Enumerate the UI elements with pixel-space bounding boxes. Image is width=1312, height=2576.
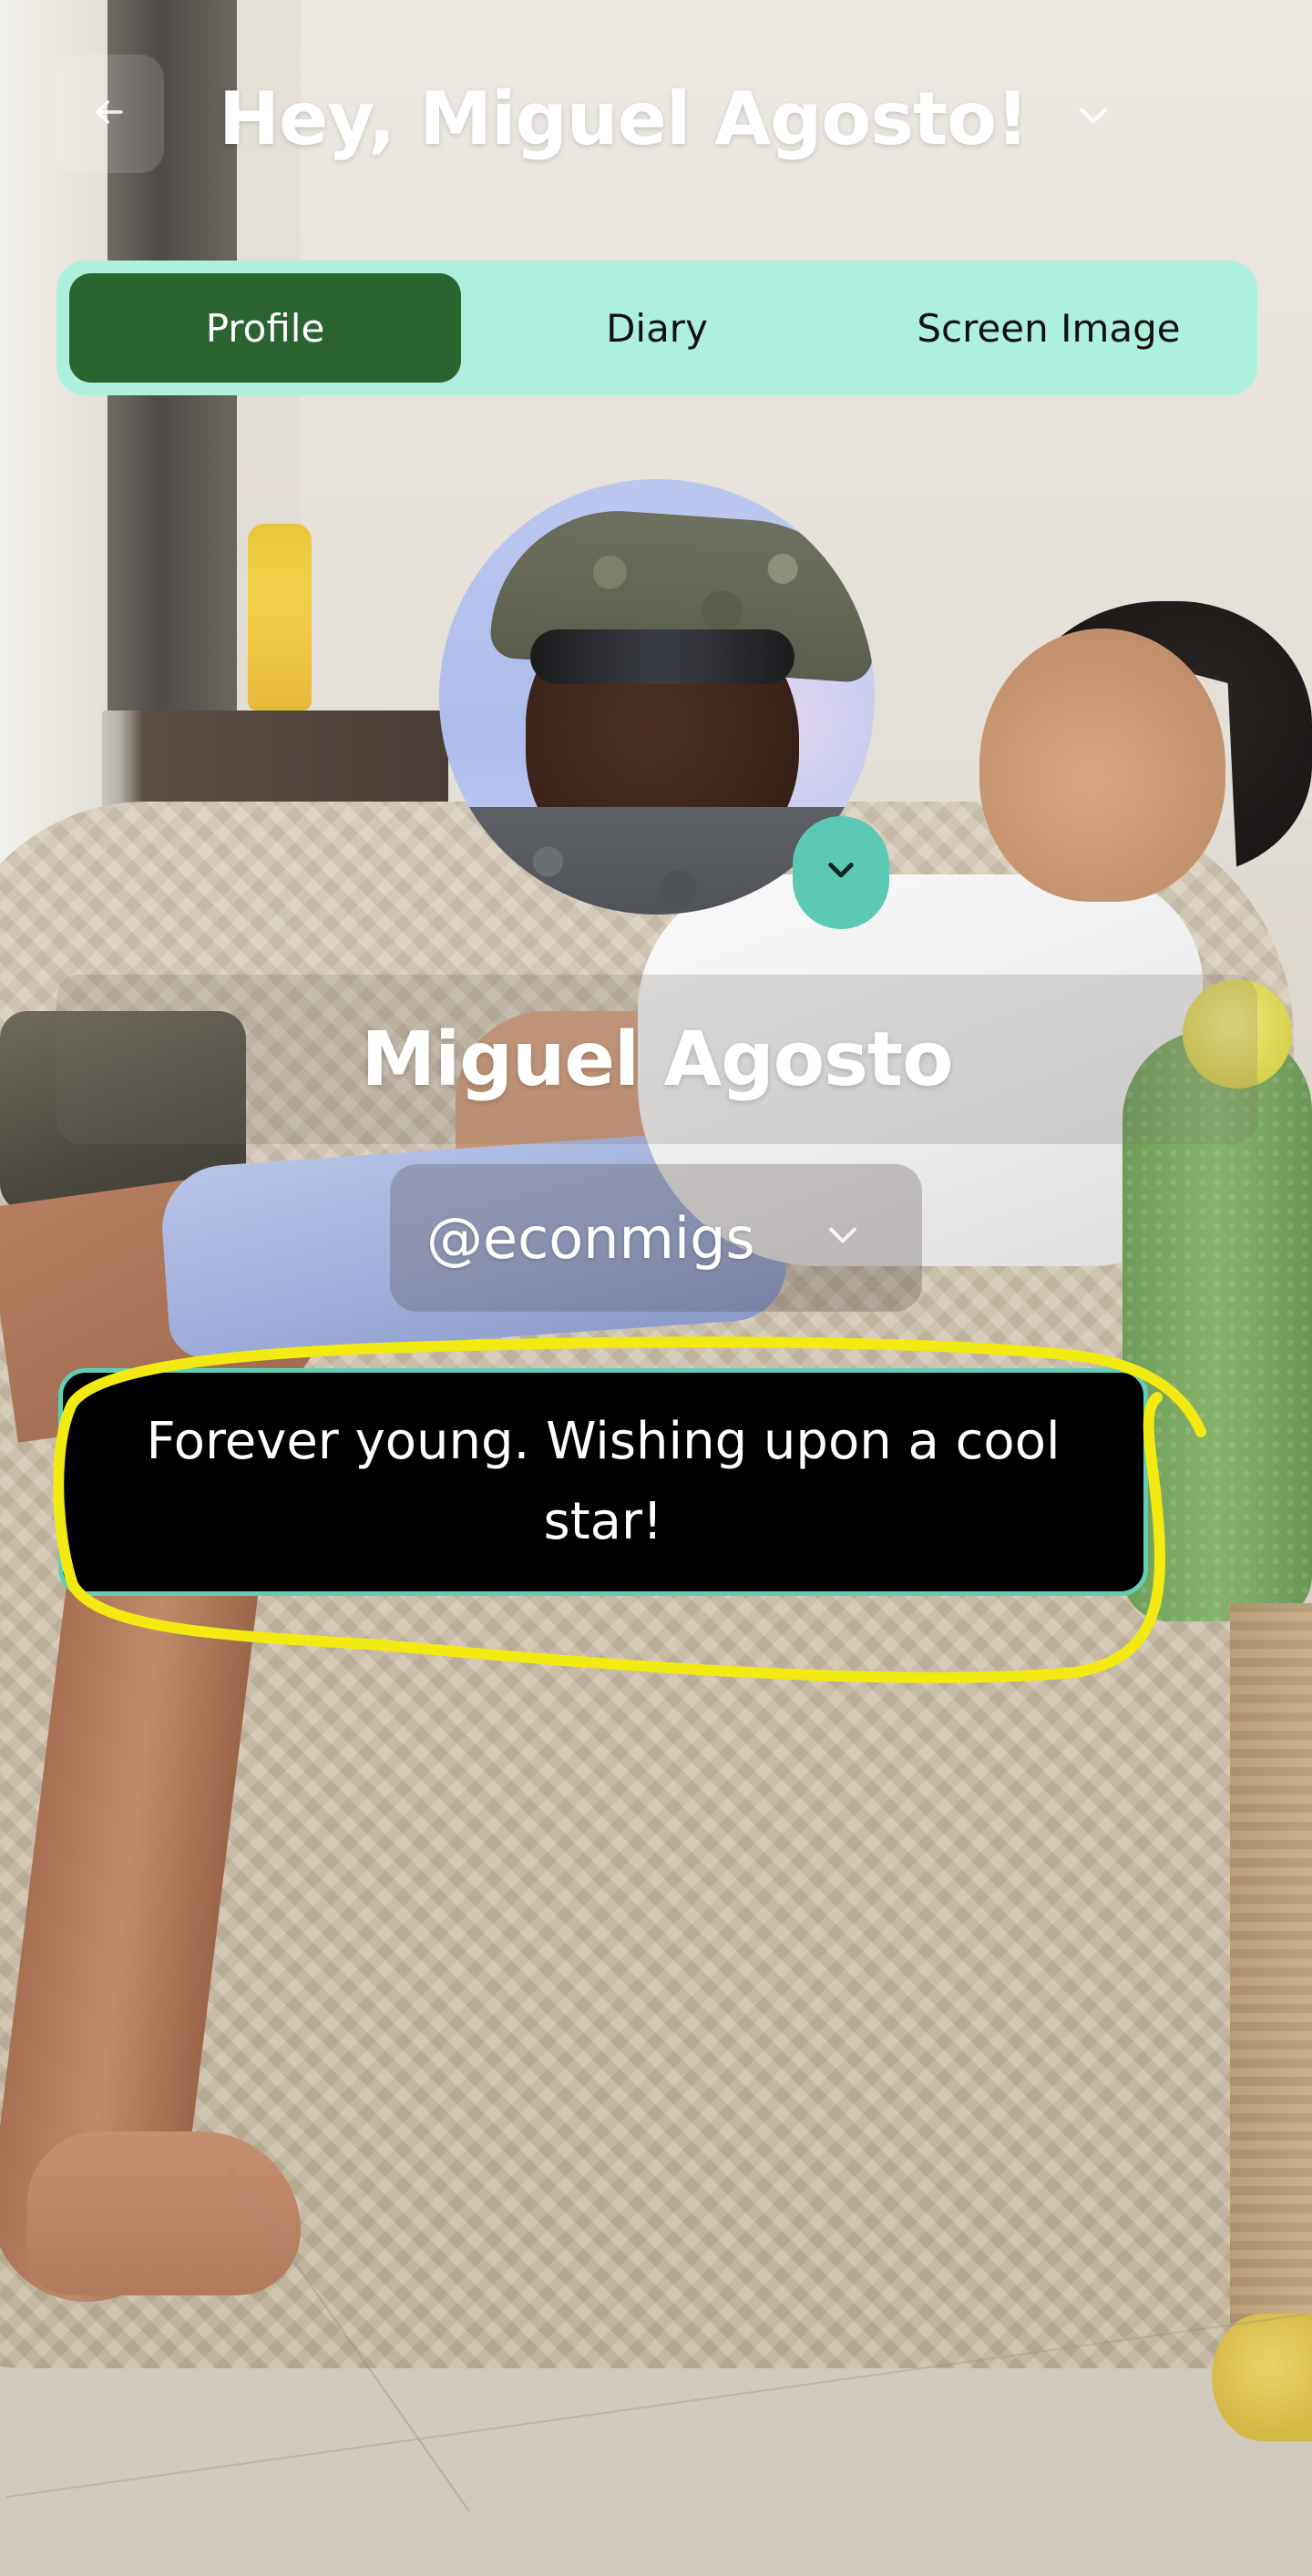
bio-text: Forever young. Wishing upon a cool star! — [146, 1412, 1061, 1551]
tab-profile[interactable]: Profile — [69, 273, 461, 383]
back-button[interactable] — [55, 55, 164, 173]
avatar-options-button[interactable] — [793, 816, 889, 929]
account-menu-button[interactable] — [1068, 98, 1119, 138]
chevron-down-icon — [823, 859, 859, 886]
bio-field[interactable]: Forever young. Wishing upon a cool star! — [58, 1368, 1148, 1596]
arrow-left-icon — [89, 92, 129, 136]
tab-diary[interactable]: Diary — [461, 273, 853, 383]
chevron-down-icon — [823, 1222, 863, 1253]
display-name-panel: Miguel Agosto — [56, 975, 1257, 1144]
tab-bar: Profile Diary Screen Image — [56, 261, 1257, 395]
chevron-down-icon — [1073, 103, 1113, 134]
tab-screen-image[interactable]: Screen Image — [853, 273, 1245, 383]
avatar-sunglasses — [530, 629, 794, 684]
page-title: Hey, Miguel Agosto! — [219, 76, 1030, 161]
display-name: Miguel Agosto — [361, 1016, 954, 1103]
username: @econmigs — [426, 1204, 755, 1272]
username-selector[interactable]: @econmigs — [390, 1164, 922, 1312]
profile-screen: Hey, Miguel Agosto! Profile Diary Screen… — [0, 0, 1312, 2576]
